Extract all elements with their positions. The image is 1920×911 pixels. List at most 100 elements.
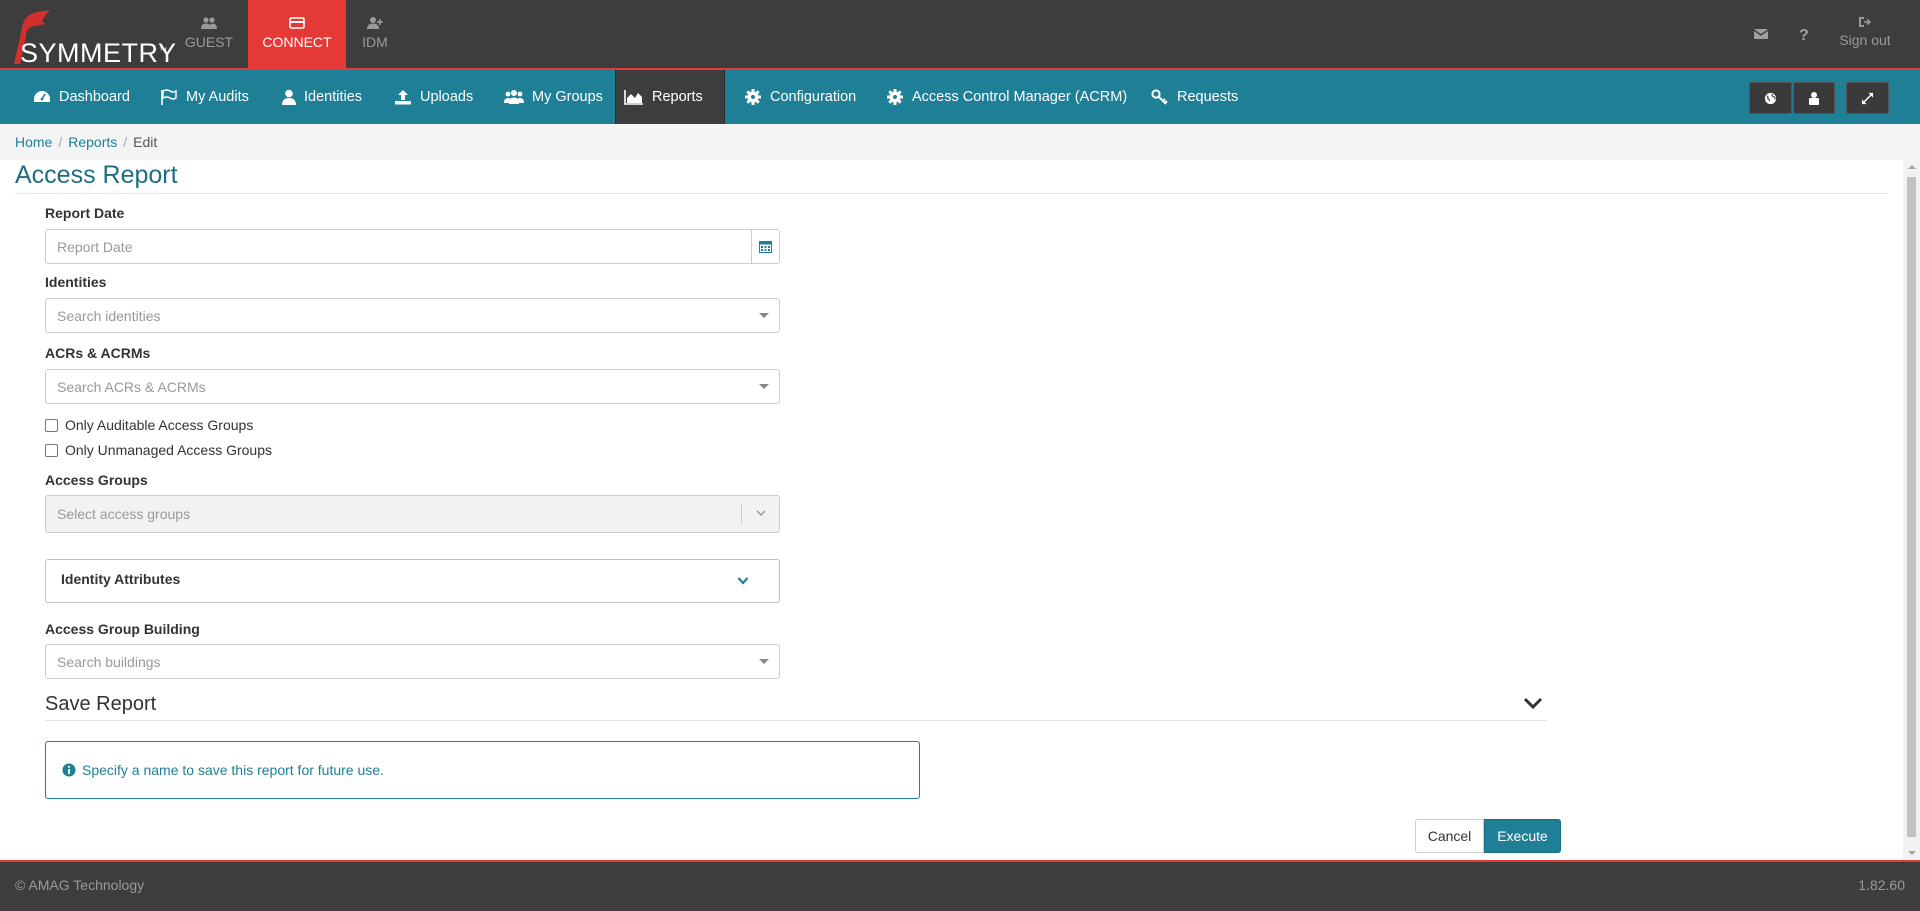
expand-icon [1861, 92, 1874, 104]
only-unmanaged-checkbox[interactable] [45, 443, 58, 457]
acrs-placeholder: Search ACRs & ACRMs [57, 378, 206, 395]
lock-user-button[interactable] [1793, 82, 1835, 114]
app-guest[interactable]: GUEST [160, 0, 258, 68]
info-alert: Specify a name to save this report for f… [45, 741, 920, 799]
nav-configuration-label: Configuration [770, 89, 857, 105]
symmetry-logo[interactable]: SYMMETRY ™ [6, 6, 176, 68]
nav-uploads-label: Uploads [420, 89, 474, 105]
flag-icon [161, 89, 177, 105]
upload-icon [395, 90, 411, 105]
access-groups-placeholder: Select access groups [57, 506, 191, 522]
cancel-button[interactable]: Cancel [1415, 819, 1484, 853]
acrs-label: ACRs & ACRMs [45, 345, 151, 361]
identities-label: Identities [45, 274, 107, 290]
question-icon[interactable]: ? [1796, 26, 1812, 42]
identities-placeholder: Search identities [57, 307, 161, 324]
nav-my-groups[interactable]: My Groups [496, 70, 611, 124]
gear-icon [887, 89, 903, 105]
fullscreen-button[interactable] [1846, 82, 1889, 114]
only-unmanaged-checkbox-row[interactable]: Only Unmanaged Access Groups [45, 442, 272, 458]
nav-reports[interactable]: Reports [615, 70, 725, 124]
breadcrumb: Home / Reports / Edit [15, 134, 157, 150]
save-report-title: Save Report [45, 693, 157, 715]
nav-dashboard-label: Dashboard [59, 89, 130, 105]
info-circle-icon [62, 763, 76, 777]
globe-icon [1764, 92, 1777, 104]
sign-out-icon [1859, 17, 1872, 27]
envelope-icon[interactable] [1753, 26, 1769, 42]
report-date-label: Report Date [45, 205, 125, 221]
identity-attributes-title: Identity Attributes [61, 571, 181, 587]
save-report-divider [45, 720, 1547, 721]
nav-my-audits[interactable]: My Audits [152, 70, 257, 124]
nav-acrm-label: Access Control Manager (ACRM) [912, 89, 1128, 105]
nav-identities[interactable]: Identities [274, 70, 370, 124]
user-icon [282, 89, 296, 105]
nav-my-audits-label: My Audits [186, 89, 249, 105]
app-idm[interactable]: IDM [326, 0, 424, 68]
app-guest-label: GUEST [184, 34, 234, 50]
nav-acrm[interactable]: Access Control Manager (ACRM) [878, 70, 1135, 124]
breadcrumb-home[interactable]: Home [15, 134, 52, 150]
only-auditable-checkbox[interactable] [45, 418, 58, 432]
report-date-input[interactable]: Report Date [45, 229, 780, 264]
users-icon [504, 90, 524, 104]
breadcrumb-reports[interactable]: Reports [68, 134, 117, 150]
scrollbar-thumb[interactable] [1907, 177, 1916, 837]
users-icon [201, 17, 217, 29]
nav-requests-label: Requests [1177, 89, 1239, 105]
user-plus-icon [367, 17, 383, 29]
report-date-placeholder: Report Date [57, 238, 133, 255]
footer-version: 1.82.60 [1858, 877, 1905, 893]
nav-reports-label: Reports [652, 89, 703, 105]
building-label: Access Group Building [45, 621, 200, 637]
signout-label: Sign out [1839, 32, 1891, 48]
calendar-button[interactable] [751, 230, 779, 263]
dashboard-icon [34, 91, 50, 102]
nav-requests[interactable]: Requests [1143, 70, 1246, 124]
access-groups-select[interactable]: Select access groups [45, 495, 780, 533]
logo-text: SYMMETRY [20, 38, 177, 68]
only-unmanaged-label: Only Unmanaged Access Groups [65, 442, 272, 458]
building-select[interactable]: Search buildings [45, 644, 780, 679]
svg-text:?: ? [1799, 27, 1809, 42]
title-divider [15, 193, 1888, 194]
nav-uploads[interactable]: Uploads [386, 70, 481, 124]
execute-button[interactable]: Execute [1484, 819, 1561, 853]
signout-button[interactable]: Sign out [1830, 16, 1900, 48]
caret-down-icon [759, 384, 769, 389]
chevron-down-icon[interactable] [1523, 696, 1543, 710]
identity-attributes-panel[interactable]: Identity Attributes [45, 559, 780, 603]
breadcrumb-bar: Home / Reports / Edit [0, 124, 1920, 160]
caret-down-icon [759, 659, 769, 664]
info-alert-text: Specify a name to save this report for f… [82, 762, 384, 778]
breadcrumb-separator: / [123, 134, 128, 150]
app-idm-label: IDM [362, 34, 388, 50]
only-auditable-checkbox-row[interactable]: Only Auditable Access Groups [45, 417, 253, 433]
gear-icon [745, 89, 761, 105]
nav-dashboard[interactable]: Dashboard [25, 70, 138, 124]
breadcrumb-separator: / [58, 134, 63, 150]
nav-identities-label: Identities [304, 89, 363, 105]
acrs-select[interactable]: Search ACRs & ACRMs [45, 369, 780, 404]
footer: © AMAG Technology 1.82.60 [0, 860, 1920, 911]
building-placeholder: Search buildings [57, 653, 161, 670]
scroll-down-arrow-icon[interactable] [1908, 851, 1916, 855]
caret-down-icon [759, 313, 769, 318]
scroll-up-arrow-icon[interactable] [1908, 165, 1916, 169]
page-title: Access Report [15, 161, 178, 189]
identities-select[interactable]: Search identities [45, 298, 780, 333]
card-icon [289, 17, 305, 29]
breadcrumb-current: Edit [133, 134, 158, 150]
globe-button[interactable] [1749, 82, 1792, 114]
nav-my-groups-label: My Groups [532, 89, 603, 105]
vertical-scrollbar[interactable] [1903, 160, 1920, 860]
access-groups-label: Access Groups [45, 472, 148, 488]
chevron-down-icon [756, 510, 766, 517]
calendar-icon [759, 241, 772, 253]
main-navigation: Dashboard My Audits Identities Uploads M… [0, 70, 1920, 124]
area-chart-icon [624, 90, 643, 105]
nav-configuration[interactable]: Configuration [736, 70, 864, 124]
chevron-down-icon[interactable] [737, 576, 749, 586]
footer-copyright: © AMAG Technology [15, 877, 145, 893]
